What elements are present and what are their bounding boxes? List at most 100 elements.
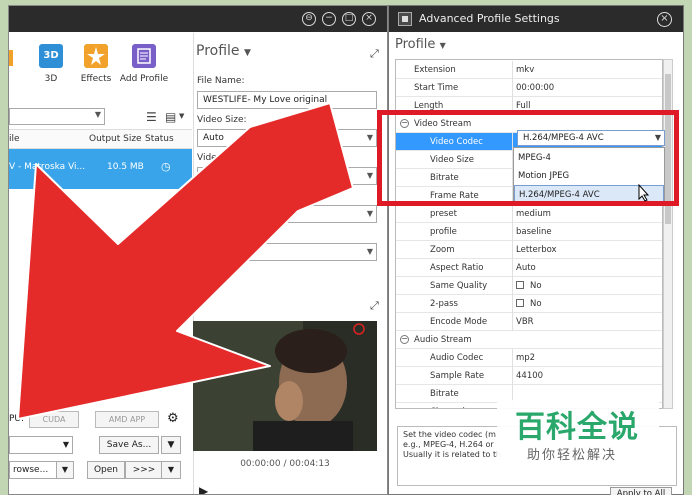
property-value[interactable]: 44100 — [516, 371, 543, 381]
property-row[interactable]: Start Time 00:00:00 — [396, 79, 662, 97]
add-profile-icon — [132, 44, 156, 68]
property-row[interactable]: Audio Codec mp2 — [396, 349, 662, 367]
profile-panel-title[interactable]: Profile ▼ — [196, 43, 251, 59]
property-row[interactable]: Aspect Ratio Auto — [396, 259, 662, 277]
file-name: V - Matroska Vi... — [9, 162, 86, 172]
toolbar-3d-label: 3D — [44, 74, 58, 84]
property-row[interactable]: 2-pass No — [396, 295, 662, 313]
property-group[interactable]: − Audio Stream — [396, 331, 662, 349]
property-value[interactable]: Letterbox — [516, 245, 557, 255]
extra-select[interactable]: ▼ — [197, 243, 377, 261]
checkbox-label: No — [530, 281, 542, 291]
file-list-header: ile Output Size Status — [9, 129, 192, 149]
file-list-area — [9, 189, 192, 399]
preview-time: 00:00:00 / 00:04:13 — [240, 459, 330, 469]
close-icon[interactable]: × — [657, 12, 672, 27]
property-name: 2-pass — [430, 299, 458, 309]
column-divider — [512, 61, 513, 79]
column-divider — [512, 79, 513, 97]
property-name: Zoom — [430, 245, 455, 255]
column-file[interactable]: ile — [9, 134, 20, 144]
gpu-row: PU: CUDA AMD APP ⚙ — [9, 411, 192, 429]
browse-dropdown[interactable]: ▼ — [56, 461, 74, 479]
maximize-icon[interactable]: □ — [342, 12, 356, 26]
property-name: preset — [430, 209, 457, 219]
property-value[interactable]: 00:00:00 — [516, 83, 554, 93]
checkbox[interactable] — [516, 281, 524, 289]
cuda-button[interactable]: CUDA — [29, 411, 79, 428]
advanced-titlebar: Advanced Profile Settings × — [389, 6, 683, 32]
open-button[interactable]: Open — [87, 461, 125, 479]
gear-icon[interactable]: ⚙ — [167, 411, 179, 426]
skip-button[interactable]: >>> — [125, 461, 163, 479]
property-name: Same Quality — [430, 281, 488, 291]
minimize-icon[interactable]: − — [322, 12, 336, 26]
chevron-down-icon: ▼ — [366, 171, 373, 180]
property-row[interactable]: profile baseline — [396, 223, 662, 241]
watermark: 百科全说 助你轻松解决 — [497, 400, 659, 470]
property-value[interactable]: mp2 — [516, 353, 535, 363]
property-row[interactable]: Same Quality No — [396, 277, 662, 295]
expand-icon[interactable]: ⤢ — [370, 47, 379, 61]
advanced-profile-title[interactable]: Profile ▼ — [395, 37, 446, 52]
chevron-down-icon[interactable]: ▼ — [179, 112, 184, 120]
skip-label: >>> — [132, 465, 156, 475]
close-icon[interactable]: × — [362, 12, 376, 26]
file-name-field[interactable]: WESTLIFE- My Love original — [197, 91, 377, 109]
collapse-icon[interactable]: − — [400, 335, 409, 344]
property-row[interactable]: Zoom Letterbox — [396, 241, 662, 259]
main-titlebar: ⊖ − □ × — [9, 6, 387, 32]
watermark-subtitle: 助你轻松解决 — [527, 448, 618, 463]
property-value[interactable]: mkv — [516, 65, 534, 75]
property-name: Audio Stream — [414, 335, 472, 345]
video-quality-select[interactable]: Normal ▼ — [197, 167, 377, 185]
filter-select[interactable]: ▼ — [9, 108, 105, 125]
property-value[interactable]: Auto — [516, 263, 536, 273]
expand-icon[interactable]: ⤢ — [370, 299, 379, 313]
detail-view-icon[interactable]: ▤ — [165, 110, 176, 124]
property-name: Bitrate — [430, 389, 459, 399]
gpu-label: PU: — [9, 414, 25, 424]
video-size-select[interactable]: Auto ▼ — [197, 129, 377, 147]
apply-to-all-button[interactable]: Apply to All — [610, 487, 672, 495]
skip-dropdown[interactable]: ▼ — [161, 461, 181, 479]
file-name-label: File Name: — [197, 76, 245, 86]
property-value[interactable]: medium — [516, 209, 551, 219]
toolbar-3d-button[interactable]: 3D 3D — [31, 44, 71, 84]
help-icon[interactable]: ⊖ — [302, 12, 316, 26]
column-divider — [512, 349, 513, 367]
checkbox-label: No — [530, 299, 542, 309]
save-as-button[interactable]: Save As... — [99, 436, 159, 454]
property-row[interactable]: Encode Mode VBR — [396, 313, 662, 331]
property-value[interactable]: No — [516, 281, 542, 291]
file-output-size: 10.5 MB — [107, 162, 144, 172]
column-divider — [512, 367, 513, 385]
amd-app-button[interactable]: AMD APP — [95, 411, 159, 428]
output-format-select[interactable]: ▼ — [9, 436, 73, 454]
list-view-icon[interactable]: ☰ — [146, 110, 157, 124]
property-row[interactable]: Sample Rate 44100 — [396, 367, 662, 385]
column-status[interactable]: Status — [145, 134, 174, 144]
column-output-size[interactable]: Output Size — [89, 134, 142, 144]
video-quality-label: Video Quality: — [197, 153, 260, 163]
save-as-dropdown[interactable]: ▼ — [161, 436, 181, 454]
toolbar-add-profile-button[interactable]: Add Profile — [114, 44, 174, 84]
column-divider — [512, 277, 513, 295]
highlight-box — [377, 110, 679, 206]
play-icon[interactable]: ▶ — [199, 484, 208, 494]
checkbox[interactable] — [516, 299, 524, 307]
property-value[interactable]: No — [516, 299, 542, 309]
chevron-down-icon: ▼ — [366, 209, 373, 218]
file-list-row[interactable]: V - Matroska Vi... 10.5 MB ◷ — [9, 149, 192, 189]
property-value[interactable]: baseline — [516, 227, 552, 237]
video-quality-value: Normal — [203, 171, 236, 181]
audio-quality-select[interactable]: N ▼ — [197, 205, 377, 223]
property-name: Sample Rate — [430, 371, 485, 381]
property-row[interactable]: preset medium — [396, 205, 662, 223]
property-value[interactable]: VBR — [516, 317, 534, 327]
watermark-title: 百科全说 — [515, 410, 639, 445]
property-row[interactable]: Extension mkv — [396, 61, 662, 79]
toolbar-effects-label: Effects — [80, 74, 112, 84]
video-preview[interactable] — [193, 321, 377, 451]
browse-field[interactable]: rowse... — [9, 461, 57, 479]
